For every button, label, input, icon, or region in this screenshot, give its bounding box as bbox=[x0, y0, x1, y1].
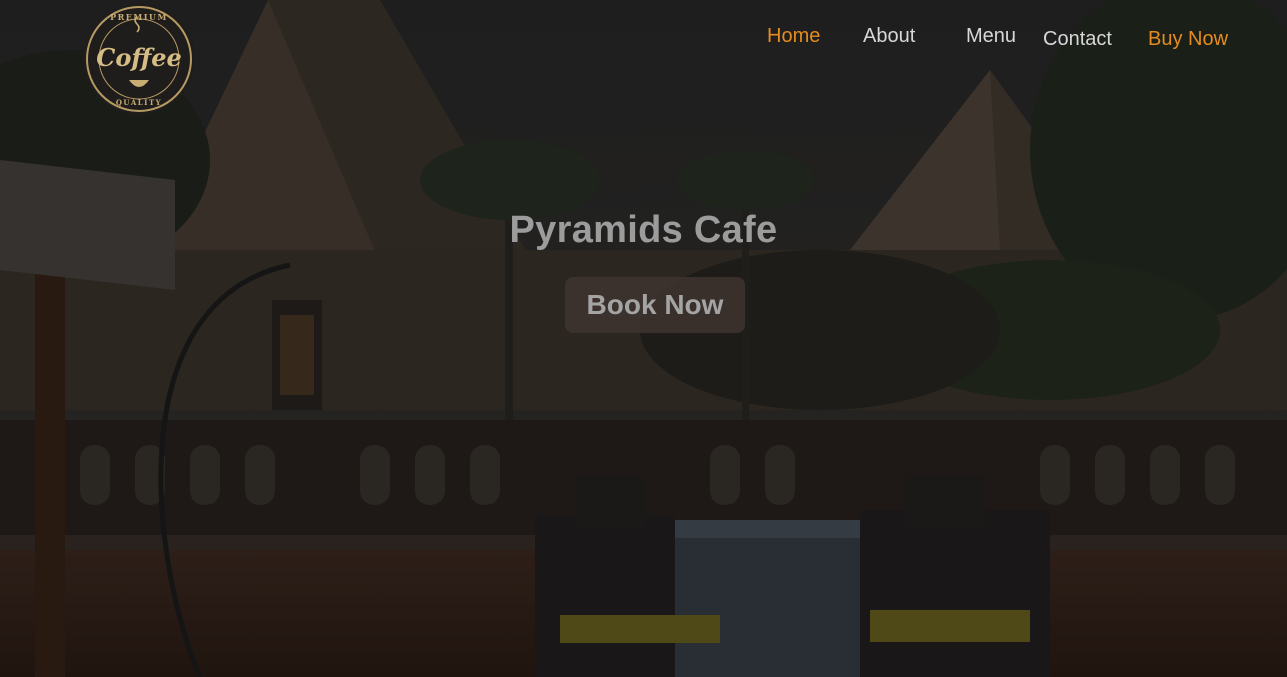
nav-menu[interactable]: Menu bbox=[966, 25, 1016, 48]
book-now-button[interactable]: Book Now bbox=[565, 277, 745, 333]
nav-home[interactable]: Home bbox=[767, 25, 820, 48]
nav-about[interactable]: About bbox=[863, 25, 915, 48]
top-nav: Home About Menu Contact Buy Now bbox=[0, 0, 1287, 80]
nav-contact[interactable]: Contact bbox=[1043, 28, 1112, 51]
logo-bottom-text: QUALITY bbox=[116, 98, 162, 107]
nav-buy-now[interactable]: Buy Now bbox=[1148, 28, 1228, 51]
hero-title: Pyramids Cafe bbox=[509, 209, 778, 251]
